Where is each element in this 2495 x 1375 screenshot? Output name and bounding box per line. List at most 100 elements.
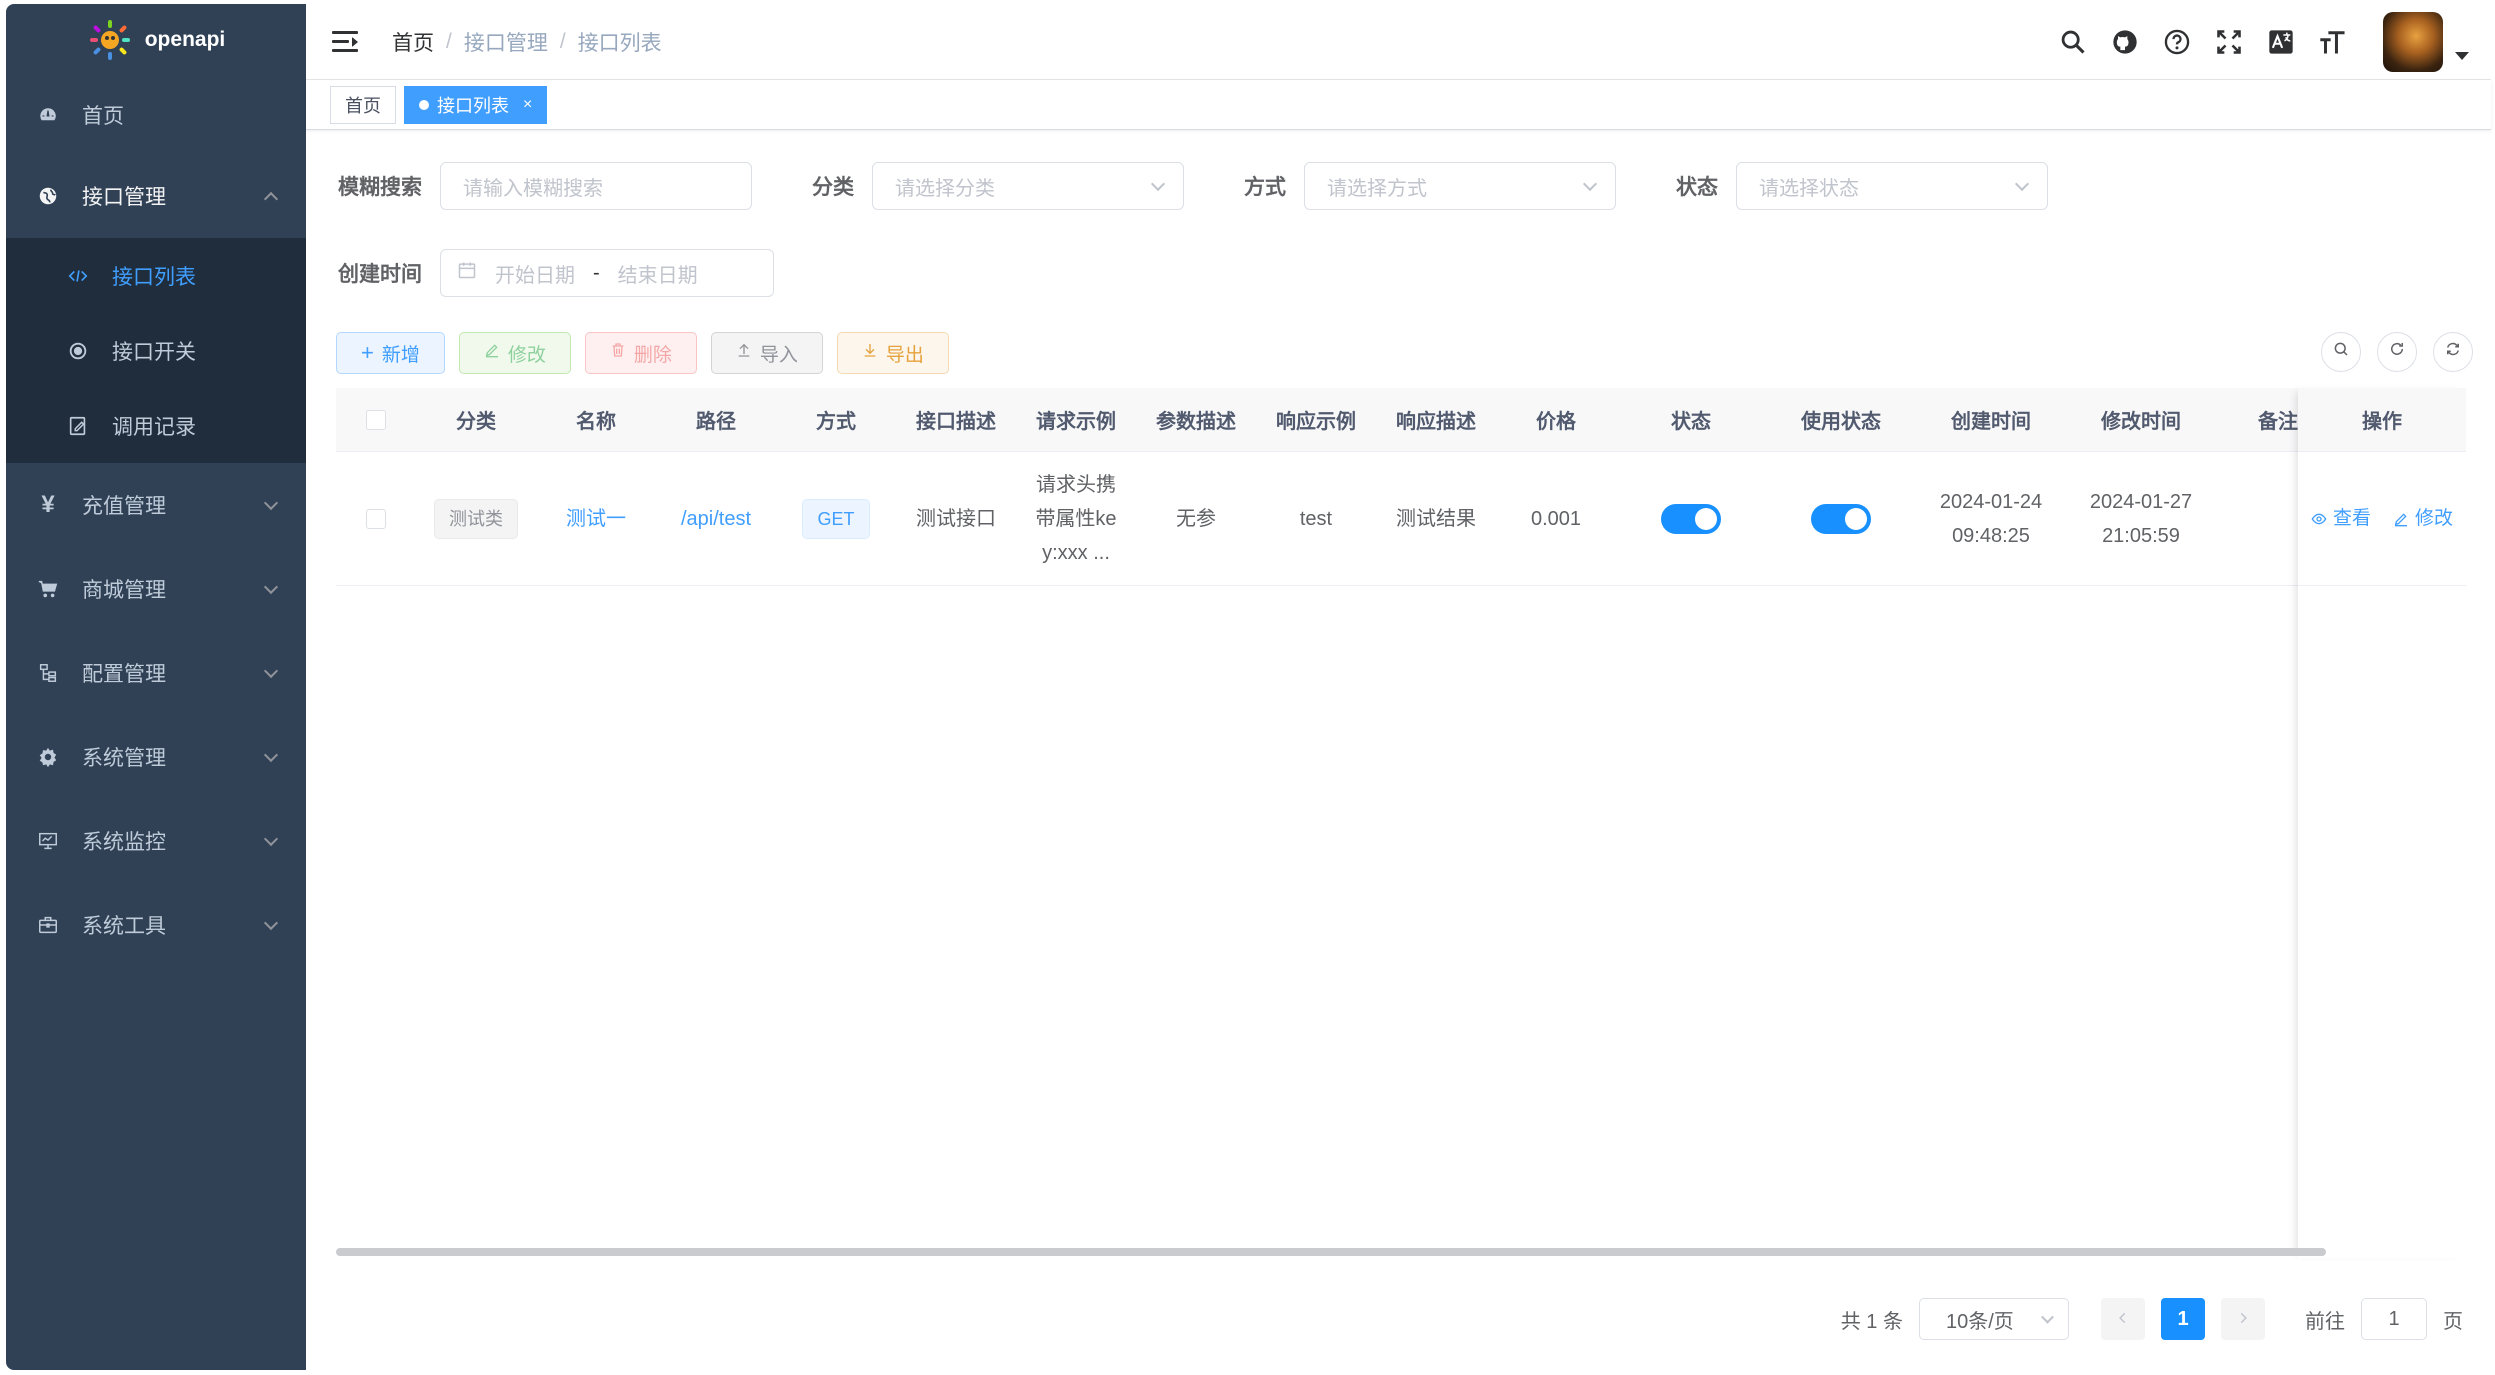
use-status-switch[interactable] [1811,504,1871,535]
sidebar-item-shop[interactable]: 商城管理 [6,547,306,631]
edit-button[interactable]: 修改 [458,332,571,374]
sidebar-item-monitor[interactable]: 系统监控 [6,799,306,883]
next-page-button[interactable] [2221,1298,2265,1340]
actions-cell: 查看 修改 [2298,502,2466,536]
date-range-picker[interactable]: 开始日期 - 结束日期 [440,249,774,297]
date-separator: - [593,261,600,284]
add-button[interactable]: + 新增 [336,332,445,374]
page-number[interactable]: 1 [2161,1298,2205,1340]
status-switch[interactable] [1661,504,1721,535]
edit-icon [484,342,500,364]
chevron-down-icon [2014,176,2030,192]
created-time-label: 创建时间 [338,263,422,286]
request-example-line: 带属性ke [1035,507,1117,530]
refresh-button[interactable] [2377,332,2417,372]
row-checkbox[interactable] [366,508,386,529]
logo-icon [87,17,133,63]
font-size-icon[interactable] [2317,26,2349,58]
sidebar-item-label: 配置管理 [82,663,166,686]
modified-time-cell: 2024-01-27 21:05:59 [2066,485,2216,553]
end-date-placeholder[interactable]: 结束日期 [618,259,698,288]
help-icon[interactable] [2161,26,2193,58]
toggle-search-button[interactable] [2321,332,2361,372]
github-icon[interactable] [2109,26,2141,58]
use-status-cell [1766,502,1916,536]
name-link[interactable]: 测试一 [536,502,656,536]
export-button[interactable]: 导出 [836,332,949,374]
category-select[interactable]: 请选择分类 [872,162,1184,210]
goto-label: 前往 [2305,1310,2345,1333]
sidebar-item-home[interactable]: 首页 [6,76,306,154]
chevron-down-icon [1150,176,1166,192]
prev-page-button[interactable] [2101,1298,2145,1340]
sidebar-item-api-management[interactable]: 接口管理 [6,154,306,238]
code-icon [66,264,90,288]
scrollbar-thumb[interactable] [336,1248,2326,1256]
table-header: 分类 名称 路径 方式 接口描述 请求示例 参数描述 响应示例 响应描述 价格 … [336,388,2466,452]
breadcrumb-api-management[interactable]: 接口管理 [464,27,548,57]
method-label: 方式 [1244,176,1286,199]
sidebar-item-label: 系统工具 [82,915,166,938]
header-actions [2057,4,2469,80]
fuzzy-search-label: 模糊搜索 [338,176,422,199]
search-icon [2332,340,2350,364]
sidebar-item-label: 系统管理 [82,747,166,770]
avatar[interactable] [2383,12,2443,72]
status-select[interactable]: 请选择状态 [1736,162,2048,210]
method-cell: GET [776,498,896,539]
chevron-down-icon [263,579,279,595]
columns-button[interactable] [2433,332,2473,372]
path-link[interactable]: /api/test [656,502,776,536]
breadcrumb-home[interactable]: 首页 [392,27,434,57]
edit-row-button[interactable]: 修改 [2393,502,2453,536]
chevron-down-icon [1582,176,1598,192]
page-size-select[interactable]: 10条/页 [1919,1298,2069,1340]
request-example-cell: 请求头携 带属性ke y:xxx ... [1016,468,1136,570]
sidebar-item-call-records[interactable]: 调用记录 [6,388,306,463]
caret-down-icon[interactable] [2455,52,2469,60]
sidebar-item-tools[interactable]: 系统工具 [6,883,306,967]
delete-button[interactable]: 删除 [584,332,697,374]
close-icon[interactable]: × [523,96,532,114]
price-cell: 0.001 [1530,507,1582,530]
chevron-down-icon [263,663,279,679]
sidebar-item-api-switch[interactable]: 接口开关 [6,313,306,388]
column-header: 操作 [2362,411,2402,433]
sidebar-item-system[interactable]: 系统管理 [6,715,306,799]
sidebar-item-label: 调用记录 [112,415,196,439]
toolbar: + 新增 修改 删除 导入 导出 [336,332,949,374]
gear-icon [36,745,60,769]
sidebar-item-recharge[interactable]: ¥ 充值管理 [6,463,306,547]
import-button[interactable]: 导入 [710,332,823,374]
method-select[interactable]: 请选择方式 [1304,162,1616,210]
start-date-placeholder[interactable]: 开始日期 [495,259,575,288]
sidebar-item-api-list[interactable]: 接口列表 [6,238,306,313]
tab-api-list[interactable]: 接口列表 × [404,85,548,124]
column-header: 状态 [1671,411,1711,433]
export-label: 导出 [885,344,924,366]
fuzzy-search-input[interactable]: 请输入模糊搜索 [440,162,752,210]
tab-label: 首页 [345,95,381,116]
sidebar-item-label: 系统监控 [82,831,166,854]
chevron-down-icon [263,831,279,847]
horizontal-scrollbar[interactable] [336,1248,2466,1256]
sidebar-item-config[interactable]: 配置管理 [6,631,306,715]
hamburger-icon[interactable] [332,30,358,53]
tab-home[interactable]: 首页 [330,85,396,124]
search-icon[interactable] [2057,26,2089,58]
page-suffix: 页 [2443,1310,2463,1333]
select-all-checkbox[interactable] [366,409,386,430]
created-date: 2024-01-24 [1939,490,2043,513]
column-header: 名称 [576,411,616,433]
fullscreen-icon[interactable] [2213,26,2245,58]
trash-icon [610,342,626,364]
translate-icon[interactable] [2265,26,2297,58]
view-button[interactable]: 查看 [2311,502,2371,536]
goto-page-input[interactable]: 1 [2361,1298,2427,1340]
logo[interactable]: openapi [6,4,306,76]
modified-date: 2024-01-27 [2089,490,2193,513]
chevron-down-icon [2041,1310,2054,1324]
table-row: 测试类 测试一 /api/test GET 测试接口 请求头携 带属性ke y:… [336,452,2466,586]
row-select-cell [336,508,416,529]
select-all-cell [336,409,416,430]
